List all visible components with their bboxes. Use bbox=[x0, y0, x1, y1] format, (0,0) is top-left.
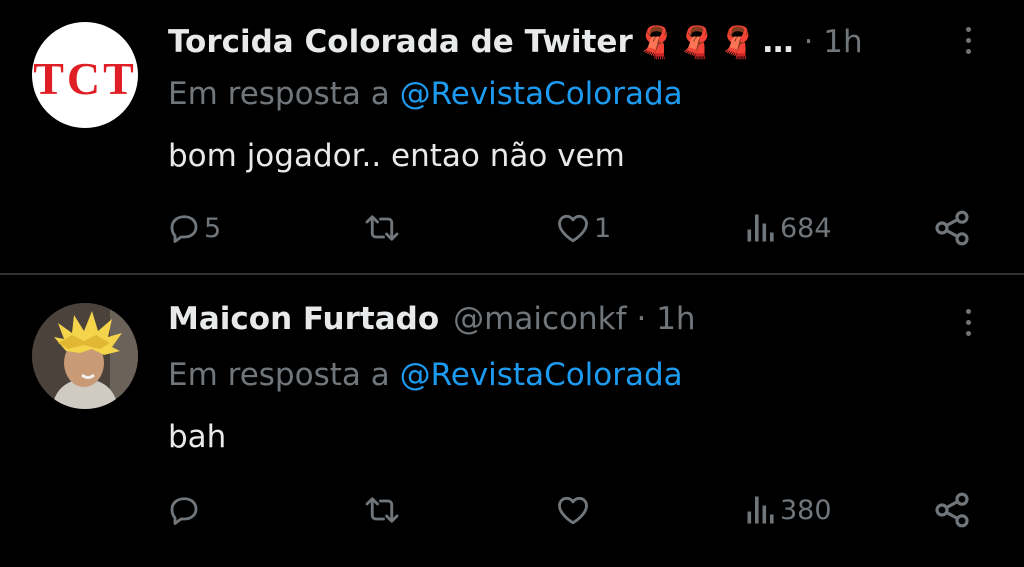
views-icon bbox=[747, 214, 774, 242]
profile-photo bbox=[32, 303, 138, 409]
timestamp[interactable]: · 1h bbox=[637, 301, 696, 337]
views-button[interactable]: 380 bbox=[744, 490, 832, 530]
share-button[interactable] bbox=[932, 208, 972, 248]
more-options-icon[interactable] bbox=[960, 309, 976, 336]
avatar[interactable]: TCT bbox=[32, 22, 138, 128]
more-options-icon[interactable] bbox=[960, 27, 976, 54]
action-bar: 380 bbox=[0, 490, 1024, 530]
reply-prefix: Em resposta a bbox=[168, 357, 390, 393]
scarf-emoji-icon: 🧣 bbox=[717, 24, 757, 61]
tweet[interactable]: Maicon Furtado @maiconkf · 1h Em respost… bbox=[0, 276, 1024, 567]
action-bar: 5 1 684 bbox=[0, 208, 1024, 248]
reply-button[interactable]: 5 bbox=[166, 208, 221, 248]
reply-icon bbox=[170, 497, 198, 525]
share-button[interactable] bbox=[932, 490, 972, 530]
avatar-logo-text: TCT bbox=[33, 53, 137, 104]
retweet-icon bbox=[365, 497, 399, 523]
share-icon bbox=[935, 210, 969, 246]
like-icon bbox=[558, 214, 588, 243]
author-name[interactable]: Torcida Colorada de Twiter bbox=[168, 24, 633, 60]
retweet-button[interactable] bbox=[362, 208, 404, 248]
reply-to-link[interactable]: @RevistaColorada bbox=[400, 76, 683, 112]
retweet-icon bbox=[365, 215, 399, 241]
views-button[interactable]: 684 bbox=[744, 208, 832, 248]
reply-count: 5 bbox=[204, 212, 222, 244]
reply-button[interactable] bbox=[166, 490, 204, 530]
author-handle[interactable]: @maiconkf bbox=[453, 301, 626, 337]
reply-to-link[interactable]: @RevistaColorada bbox=[400, 357, 683, 393]
tweet-text: bom jogador.. entao não vem bbox=[168, 138, 625, 174]
tweet-header: Torcida Colorada de Twiter 🧣 🧣 🧣 … · 1h bbox=[168, 20, 863, 64]
like-count: 1 bbox=[594, 212, 612, 244]
tweet-text: bah bbox=[168, 419, 227, 455]
retweet-button[interactable] bbox=[362, 490, 404, 530]
share-icon bbox=[935, 492, 969, 528]
scarf-emojis: 🧣 🧣 🧣 bbox=[637, 24, 757, 61]
avatar[interactable] bbox=[32, 303, 138, 409]
author-name[interactable]: Maicon Furtado bbox=[168, 301, 439, 337]
like-button[interactable]: 1 bbox=[554, 208, 611, 248]
reply-context: Em resposta a @RevistaColorada bbox=[168, 357, 683, 393]
timestamp[interactable]: · 1h bbox=[804, 24, 863, 60]
reply-prefix: Em resposta a bbox=[168, 76, 390, 112]
view-count: 684 bbox=[780, 212, 832, 244]
reply-context: Em resposta a @RevistaColorada bbox=[168, 76, 683, 112]
view-count: 380 bbox=[780, 494, 832, 526]
scarf-emoji-icon: 🧣 bbox=[677, 24, 716, 61]
like-icon bbox=[558, 496, 588, 525]
tweet-divider bbox=[0, 273, 1024, 275]
reply-icon bbox=[170, 215, 198, 243]
scarf-emoji-icon: 🧣 bbox=[636, 24, 676, 61]
tweet-header: Maicon Furtado @maiconkf · 1h bbox=[168, 297, 696, 341]
author-handle-ellipsis: … bbox=[762, 24, 794, 60]
tweet[interactable]: TCT Torcida Colorada de Twiter 🧣 🧣 🧣 … ·… bbox=[0, 0, 1024, 274]
views-icon bbox=[747, 496, 774, 524]
like-button[interactable] bbox=[554, 490, 594, 530]
